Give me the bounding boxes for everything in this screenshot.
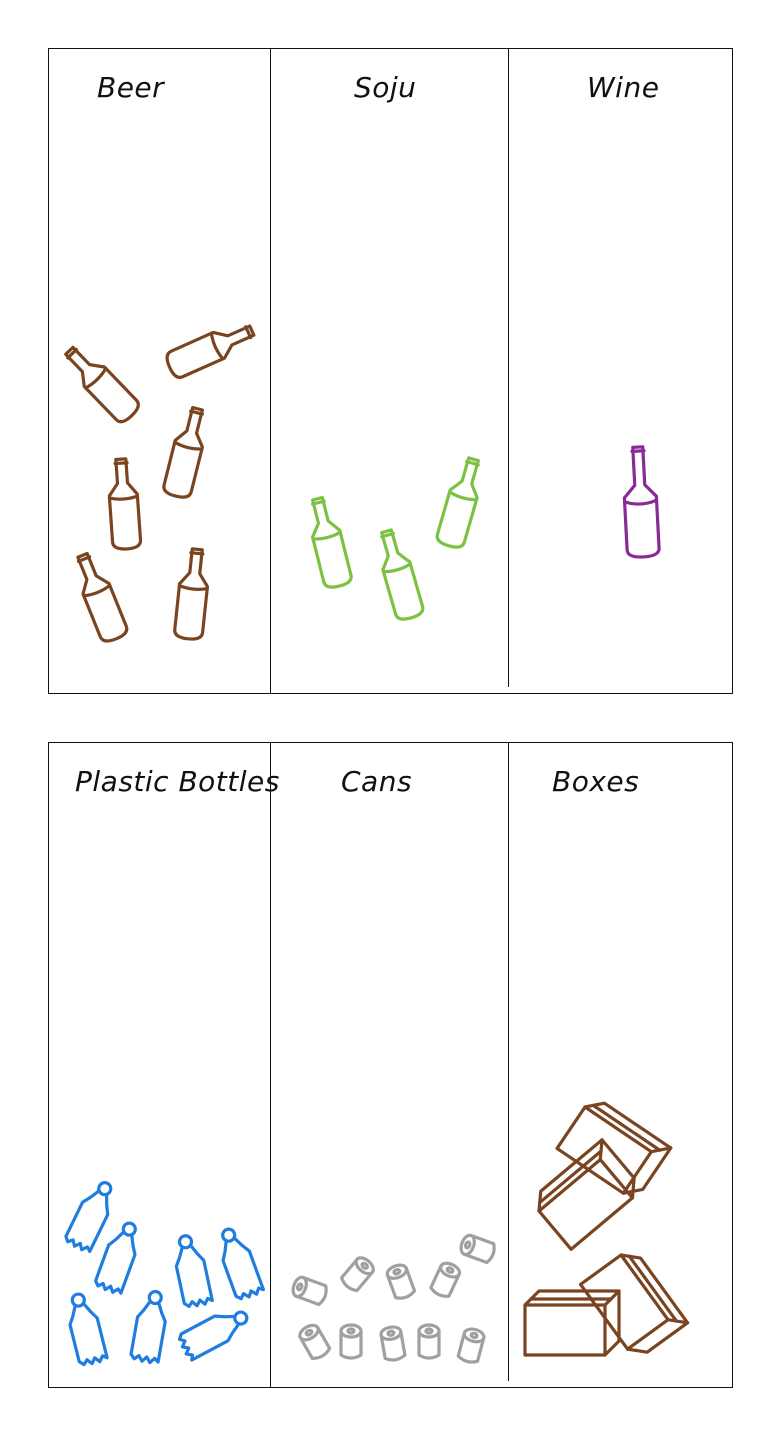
soju-bottle-icon <box>433 453 489 552</box>
plastic-bottle-icon <box>211 1223 266 1303</box>
soju-bottle-icon <box>371 525 427 624</box>
plastic-bottle-icon <box>175 1301 255 1363</box>
top-panel-drawings <box>57 316 662 646</box>
beer-bottle-icon <box>160 403 213 502</box>
wine-bottle-icon <box>620 444 662 560</box>
can-icon <box>378 1323 408 1364</box>
box-icon <box>523 1289 621 1357</box>
can-icon <box>457 1231 499 1266</box>
beer-bottle-icon <box>172 546 213 642</box>
beer-bottle-icon <box>162 316 260 382</box>
bottom-panel-drawings <box>61 1093 690 1369</box>
beer-bottle-icon <box>67 548 131 646</box>
bottom-bin-panel: Plastic Bottles Cans Boxes <box>48 742 733 1388</box>
soju-bottle-icon <box>302 493 355 592</box>
beer-bottle-icon <box>105 456 143 552</box>
can-icon <box>295 1320 333 1363</box>
can-icon <box>455 1325 487 1366</box>
box-icon <box>528 1138 645 1251</box>
beer-bottle-icon <box>57 339 144 427</box>
plastic-bottle-icon <box>61 1289 110 1369</box>
plastic-bottle-icon <box>128 1287 172 1366</box>
can-icon <box>289 1273 331 1308</box>
can-icon <box>417 1323 441 1360</box>
plastic-bottle-icon <box>168 1231 215 1310</box>
can-icon <box>383 1261 418 1303</box>
top-bin-panel: Beer Soju Wine <box>48 48 733 694</box>
box-icon <box>555 1093 673 1203</box>
can-icon <box>338 1253 378 1295</box>
can-icon <box>427 1258 464 1301</box>
can-icon <box>339 1323 363 1360</box>
